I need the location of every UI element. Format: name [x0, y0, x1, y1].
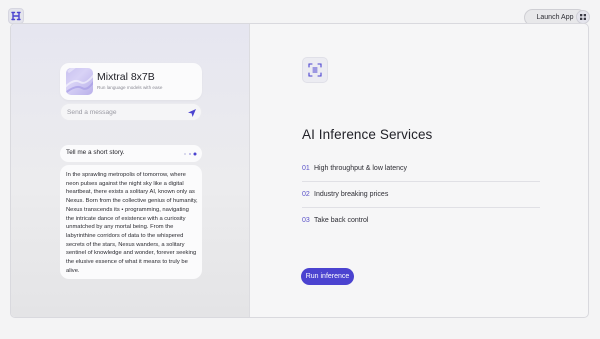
chat-demo-panel: Mixtral 8x7B Run language models with ea…: [11, 24, 250, 317]
hexagon-logo-icon: [11, 11, 21, 21]
feature-label: High throughput & low latency: [314, 165, 407, 172]
response-bubble: In the sprawling metropolis of tomorrow,…: [60, 165, 202, 279]
feature-number: 03: [302, 217, 310, 224]
prompt-text: Tell me a short story.: [66, 149, 125, 156]
page-title: AI Inference Services: [302, 127, 433, 142]
feature-number: 02: [302, 191, 310, 198]
model-card[interactable]: Mixtral 8x7B Run language models with ea…: [60, 63, 202, 100]
feature-item: 01 High throughput & low latency: [302, 160, 540, 182]
run-inference-button[interactable]: Run inference: [301, 268, 354, 285]
feature-item: 02 Industry breaking prices: [302, 186, 540, 208]
grid-dots-icon: [580, 14, 586, 20]
ai-chip-icon: [308, 63, 322, 77]
feature-label: Industry breaking prices: [314, 191, 389, 198]
ai-chip-icon-tile: [302, 57, 328, 83]
model-subtitle: Run language models with ease: [97, 85, 163, 90]
send-icon[interactable]: [187, 108, 197, 118]
feature-number: 01: [302, 165, 310, 172]
message-input[interactable]: [67, 106, 177, 119]
response-text: In the sprawling metropolis of tomorrow,…: [66, 172, 198, 274]
model-thumbnail: [66, 68, 93, 95]
logo[interactable]: [8, 8, 24, 24]
typing-indicator-icon: [184, 152, 197, 156]
feature-item: 03 Take back control: [302, 212, 540, 234]
model-name: Mixtral 8x7B: [97, 71, 155, 83]
feature-label: Take back control: [314, 217, 369, 224]
services-panel: AI Inference Services 01 High throughput…: [250, 24, 588, 317]
main-card: Mixtral 8x7B Run language models with ea…: [10, 23, 589, 318]
message-box: [60, 103, 202, 121]
prompt-bubble: Tell me a short story.: [60, 145, 202, 162]
menu-button[interactable]: [576, 10, 590, 24]
